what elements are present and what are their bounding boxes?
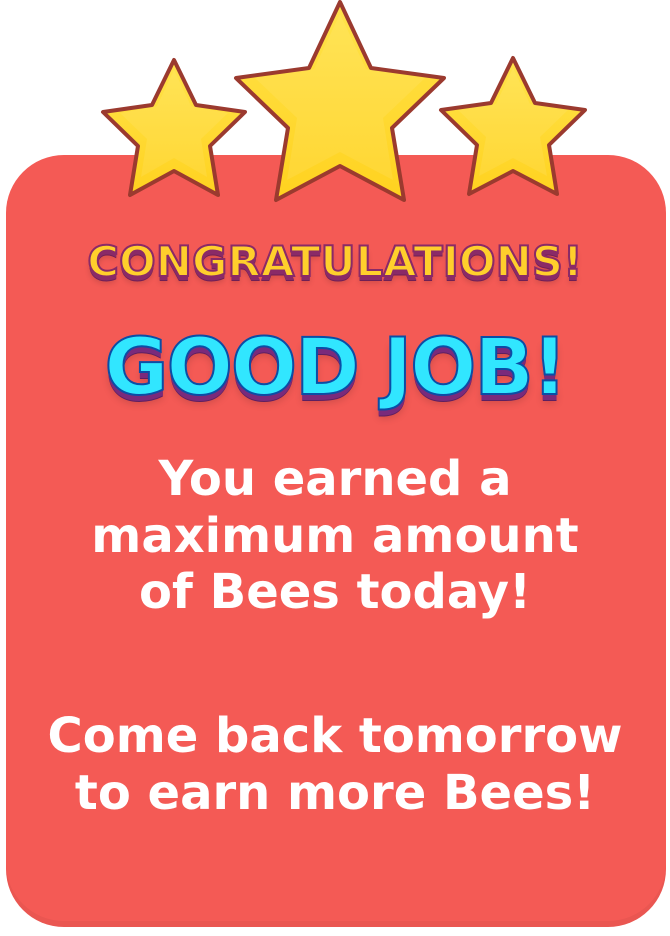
earned-message-line: You earned a [158, 451, 512, 507]
star-icon-right [439, 56, 587, 196]
star-icon-center [234, 0, 446, 202]
rating-stars [101, 0, 587, 202]
congratulations-title: CONGRATULATIONS! [86, 236, 584, 287]
come-back-message-line: Come back tomorrow [47, 708, 623, 764]
good-job-title: GOOD JOB! [104, 322, 569, 414]
earned-message-line: of Bees today! [139, 564, 531, 621]
come-back-message: Come back tomorrow to earn more Bees! [0, 708, 670, 821]
earned-message: You earned a maximum amount of Bees toda… [0, 451, 670, 621]
earned-message-line: maximum amount [91, 507, 579, 564]
star-icon-left [101, 58, 247, 197]
come-back-message-line: to earn more Bees! [74, 764, 596, 821]
